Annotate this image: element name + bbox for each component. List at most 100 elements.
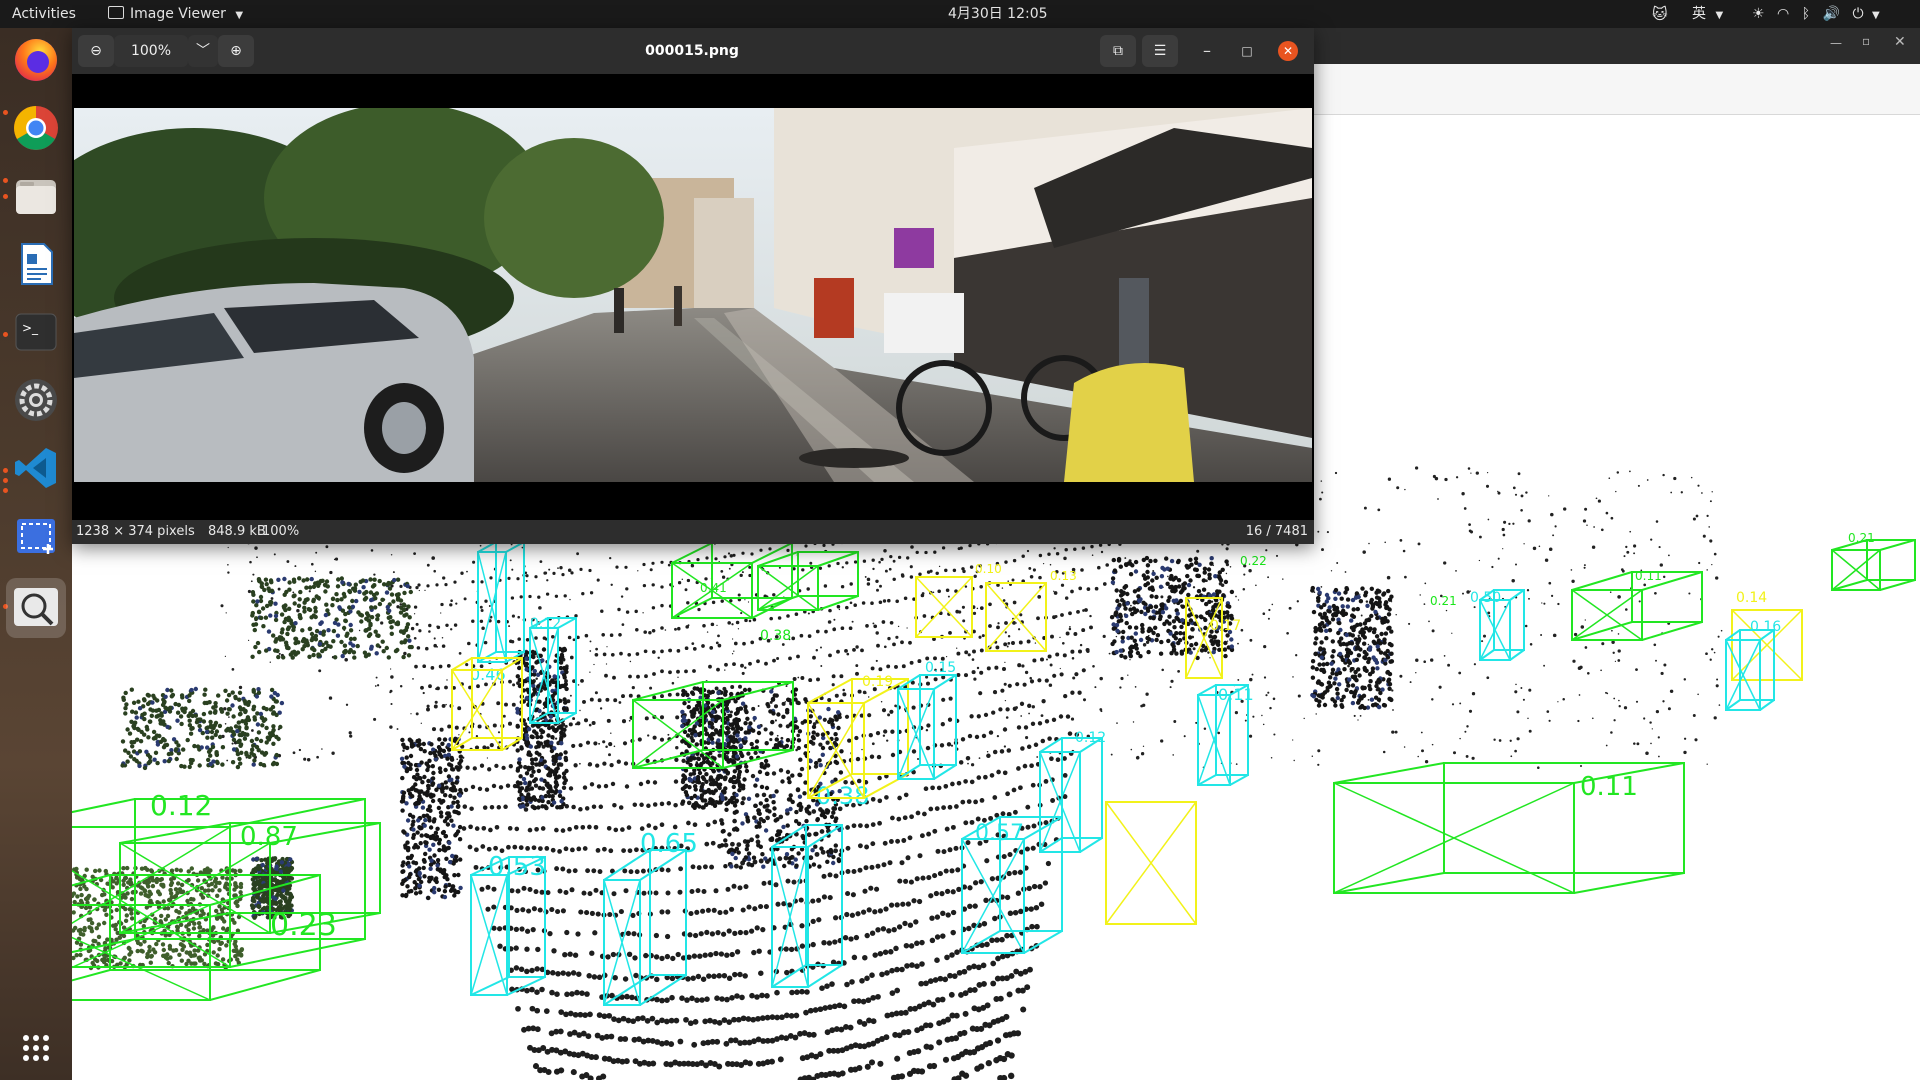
lidar-point (577, 684, 580, 686)
lidar-point (548, 714, 554, 719)
lidar-point (867, 582, 870, 585)
lidar-point (631, 685, 635, 690)
lidar-point (649, 1015, 656, 1022)
lidar-point (760, 926, 766, 933)
lidar-point (697, 770, 703, 776)
lidar-point (922, 811, 927, 817)
lidar-point (1007, 635, 1011, 638)
lidar-point (867, 696, 870, 698)
lidar-point (709, 736, 715, 741)
vscode-icon[interactable] (12, 444, 60, 492)
activities-button[interactable]: Activities (12, 0, 76, 28)
lidar-point (853, 934, 860, 941)
lidar-point (316, 652, 321, 657)
lidar-point (300, 638, 306, 644)
terminal-icon[interactable]: >_ (12, 308, 60, 356)
lidar-point (862, 954, 868, 961)
lidar-point (1177, 670, 1180, 673)
lidar-point (416, 646, 421, 650)
lidar-point (695, 888, 701, 894)
lidar-point (739, 994, 745, 1001)
lidar-point (653, 890, 659, 896)
screenshot-icon[interactable] (12, 512, 60, 560)
lidar-point (1369, 613, 1374, 619)
lidar-point (331, 628, 337, 634)
lidar-point (1004, 894, 1011, 901)
image-viewer-icon[interactable] (6, 578, 66, 638)
lidar-point (732, 810, 737, 815)
app-menu[interactable]: Image Viewer ▼ (108, 0, 243, 28)
writer-icon[interactable] (12, 240, 60, 288)
lidar-point (930, 1062, 938, 1070)
lidar-point (296, 603, 302, 608)
lidar-point (578, 909, 584, 915)
lidar-point (628, 869, 634, 875)
lidar-point (804, 807, 809, 812)
lidar-point (1508, 522, 1511, 526)
lidar-point (845, 890, 851, 897)
lidar-point (517, 757, 522, 762)
lidar-point (1580, 625, 1585, 629)
lidar-point (465, 765, 470, 770)
lidar-point (845, 561, 849, 565)
lidar-point (1459, 737, 1461, 740)
lidar-point (804, 989, 810, 995)
lidar-point (786, 776, 791, 781)
lidar-point (1540, 634, 1543, 636)
show-apps-icon[interactable] (12, 1024, 60, 1072)
lidar-point (255, 599, 260, 604)
lidar-point (334, 592, 339, 597)
chrome-icon[interactable] (12, 104, 60, 152)
lidar-point (624, 784, 630, 789)
lidar-point (632, 955, 638, 961)
lidar-point (564, 724, 568, 728)
lidar-point (480, 608, 484, 613)
lidar-point (902, 920, 908, 927)
lidar-point (748, 619, 752, 623)
lidar-point (735, 766, 740, 771)
lidar-point (1552, 534, 1555, 537)
lidar-point (557, 888, 563, 894)
lidar-point (1273, 733, 1276, 736)
lidar-point (536, 805, 541, 810)
lidar-point (930, 785, 935, 791)
lidar-point (1037, 884, 1043, 890)
lidar-point (700, 908, 706, 914)
cat-icon[interactable]: 🐱 (1652, 0, 1668, 28)
lidar-point (719, 774, 724, 780)
lidar-point (807, 1007, 814, 1014)
lidar-point (441, 636, 444, 639)
lidar-point (298, 748, 302, 752)
lidar-point (1584, 646, 1588, 649)
lidar-point (381, 582, 387, 587)
lidar-point (461, 826, 467, 831)
lidar-point (1340, 704, 1345, 709)
lidar-point (1663, 663, 1667, 667)
lidar-point (574, 989, 580, 996)
lidar-point (833, 627, 836, 629)
lidar-point (315, 551, 318, 554)
lidar-point (876, 643, 880, 648)
lidar-point (1498, 739, 1502, 742)
lidar-point (533, 783, 539, 788)
lidar-point (785, 823, 790, 828)
lidar-point (834, 816, 839, 821)
lidar-point (929, 937, 936, 944)
lidar-point (377, 601, 383, 607)
lidar-point (875, 730, 881, 736)
lidar-point (780, 736, 784, 740)
lidar-point (562, 697, 567, 702)
firefox-icon[interactable] (12, 36, 60, 84)
files-icon[interactable] (12, 172, 60, 220)
lidar-point (999, 953, 1006, 960)
lidar-point (1473, 606, 1476, 609)
lidar-point (675, 745, 679, 750)
input-method-indicator[interactable]: 英 ▼ (1692, 0, 1723, 28)
lidar-point (687, 1020, 694, 1027)
clock[interactable]: 4月30日 12:05 (948, 0, 1048, 28)
lidar-point (876, 588, 879, 592)
lidar-point (1016, 725, 1022, 730)
status-menu[interactable]: ☀ ◠ ᛒ 🔊 ⏻ ▼ (1752, 0, 1880, 28)
lidar-point (548, 568, 551, 571)
settings-icon[interactable] (12, 376, 60, 424)
